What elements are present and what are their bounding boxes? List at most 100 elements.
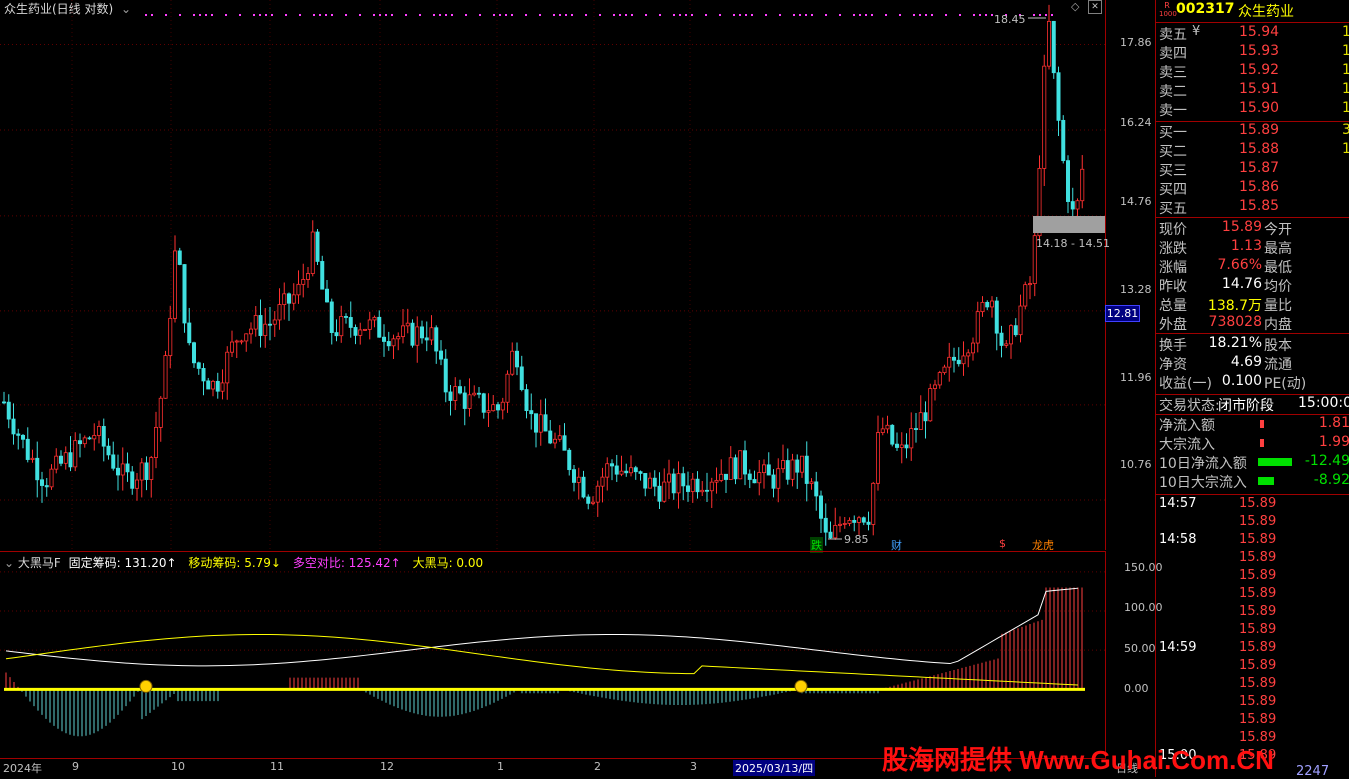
candle-body: [158, 397, 163, 428]
candle-body: [277, 304, 282, 321]
candle-body: [54, 455, 59, 470]
ask-row[interactable]: 卖四 15.93 1: [1156, 43, 1349, 62]
candle-body: [1013, 325, 1018, 336]
indicator-panel[interactable]: ⌄ 大黑马F 固定筹码: 131.20↑ 移动筹码: 5.79↓ 多空对比: 1…: [0, 551, 1106, 759]
signal-dot: [505, 14, 507, 16]
ask-row[interactable]: 卖一 15.90 1: [1156, 100, 1349, 119]
ask-price: 15.94: [1239, 24, 1280, 40]
bid-row[interactable]: 买三 15.87: [1156, 160, 1349, 179]
signal-dot: [733, 14, 735, 16]
range-label: 14.18 - 14.51: [1036, 237, 1110, 250]
stat-value: 14.76: [1221, 276, 1262, 292]
candle-body: [809, 481, 814, 484]
close-icon[interactable]: ✕: [1088, 0, 1102, 14]
flow-label: 大宗流入: [1159, 437, 1215, 453]
stat-row: 总量 138.7万 量比: [1156, 295, 1349, 314]
candle-body: [448, 391, 453, 401]
signal-dot: [499, 14, 501, 16]
candle-body: [515, 350, 520, 368]
candlestick-plot: [0, 0, 1105, 550]
candle-body: [629, 467, 634, 474]
signal-dot: [373, 14, 375, 16]
candle-body: [529, 410, 534, 415]
bid-row[interactable]: 买五 15.85: [1156, 198, 1349, 217]
flow-value: -8.92: [1313, 472, 1349, 488]
candle-body: [386, 341, 391, 347]
tick-row: 15.89: [1156, 676, 1349, 694]
bid-row[interactable]: 买二 15.88 1: [1156, 141, 1349, 160]
tick-row: 15.89: [1156, 586, 1349, 604]
candle-body: [248, 328, 253, 335]
candle-body: [600, 476, 605, 487]
price-chart[interactable]: 众生药业(日线 对数) ⌄ 18.45 9.85 14.18 - 14.51 跌…: [0, 0, 1110, 553]
candle-body: [1047, 20, 1052, 67]
stock-code[interactable]: 002317: [1176, 1, 1234, 17]
candle-body: [6, 401, 11, 420]
signal-dot: [565, 14, 567, 16]
event-tag-dollar[interactable]: $: [999, 537, 1006, 550]
candle-body: [562, 435, 567, 451]
signal-dot: [239, 14, 241, 16]
candle-body: [101, 426, 106, 447]
bid-row[interactable]: 买一 15.89 3: [1156, 122, 1349, 141]
bid-price: 15.88: [1239, 141, 1280, 157]
signal-dot: [479, 14, 481, 16]
diamond-icon[interactable]: ◇: [1071, 0, 1079, 13]
signal-dot: [465, 14, 467, 16]
candle-body: [785, 460, 790, 480]
ask-row[interactable]: 卖二 15.91 1: [1156, 81, 1349, 100]
signal-dot: [253, 14, 255, 16]
flow-row: 大宗流入 1.99: [1156, 434, 1349, 453]
candle-body: [624, 470, 629, 474]
candle-body: [690, 478, 695, 492]
candle-body: [591, 501, 596, 504]
ask-row[interactable]: 卖五 15.94 1: [1156, 24, 1349, 43]
candle-body: [762, 464, 767, 473]
stat-value: 15.89: [1221, 219, 1262, 235]
candle-body: [714, 480, 719, 483]
candle-body: [966, 352, 971, 357]
candle-body: [25, 438, 30, 460]
stat-label-right: 股本: [1264, 338, 1292, 354]
candle-body: [130, 471, 135, 489]
stat-label: 总量: [1159, 298, 1187, 314]
stat-row: 换手 18.21% 股本: [1156, 335, 1349, 354]
candle-body: [424, 337, 429, 341]
candle-body: [1075, 200, 1080, 210]
stat-label: 涨跌: [1159, 241, 1187, 257]
moving-chips-line: [5, 634, 1079, 686]
candle-body: [904, 444, 909, 449]
candle-body: [952, 356, 957, 361]
candle-body: [738, 450, 743, 480]
candle-body: [543, 414, 548, 432]
indicator-plot: [0, 571, 1105, 737]
fixed-chips-line: [5, 587, 1079, 667]
bid-row[interactable]: 买四 15.86: [1156, 179, 1349, 198]
candle-body: [476, 392, 481, 395]
candle-body: [947, 356, 952, 368]
candle-body: [225, 351, 230, 384]
signal-dot: [265, 14, 267, 16]
tick-row: 15.89: [1156, 568, 1349, 586]
candle-body: [377, 316, 382, 338]
bid-label: 买三: [1159, 163, 1187, 179]
signal-dot: [211, 14, 213, 16]
stat-label: 净资: [1159, 357, 1187, 373]
signal-dot: [805, 14, 807, 16]
candle-body: [495, 404, 500, 411]
candle-body: [971, 342, 976, 354]
candle-body: [372, 316, 377, 321]
tick-row: 15.89: [1156, 658, 1349, 676]
badge-top: R: [1164, 1, 1170, 10]
candle-body: [343, 316, 348, 318]
flow-row: 10日大宗流入 -8.92: [1156, 472, 1349, 491]
x-tick: 11: [270, 760, 284, 773]
rzrq-badge: R 1000: [1159, 1, 1177, 19]
signal-dot: [525, 14, 527, 16]
candle-body: [391, 338, 396, 347]
candle-body: [310, 231, 315, 274]
signal-dot: [199, 14, 201, 16]
ask-row[interactable]: 卖三 15.92 1: [1156, 62, 1349, 81]
tick-row: 14:59 15.89: [1156, 640, 1349, 658]
stat-value: 738028: [1208, 314, 1262, 330]
